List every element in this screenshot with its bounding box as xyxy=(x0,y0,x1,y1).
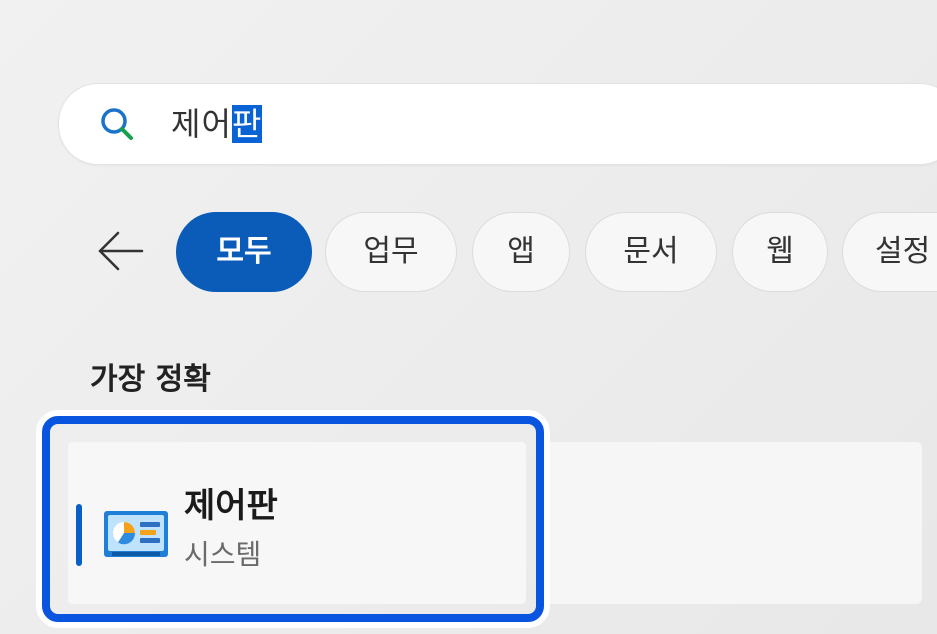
result-name: 제어판 xyxy=(184,486,278,526)
best-match-result[interactable]: 제어판 시스템 xyxy=(36,410,550,628)
control-panel-icon xyxy=(104,511,168,557)
filter-apps[interactable]: 앱 xyxy=(472,212,570,292)
search-query-selection: 판 xyxy=(231,105,263,143)
result-type: 시스템 xyxy=(184,538,262,571)
filter-work[interactable]: 업무 xyxy=(325,212,457,292)
filter-all[interactable]: 모두 xyxy=(176,212,312,292)
search-query-text: 제어 xyxy=(171,105,232,143)
filter-settings[interactable]: 설정 xyxy=(842,212,937,292)
filter-documents[interactable]: 문서 xyxy=(585,212,717,292)
search-box[interactable]: 제어판 xyxy=(58,83,937,165)
search-icon xyxy=(101,108,133,140)
result-details-panel xyxy=(540,442,922,604)
filter-web[interactable]: 웹 xyxy=(732,212,828,292)
search-input[interactable]: 제어판 xyxy=(171,104,263,144)
back-arrow-icon[interactable] xyxy=(96,226,146,276)
result-highlight: 제어판 시스템 xyxy=(42,416,544,622)
section-title: 가장 정확 xyxy=(90,362,211,397)
selection-indicator xyxy=(76,504,82,566)
